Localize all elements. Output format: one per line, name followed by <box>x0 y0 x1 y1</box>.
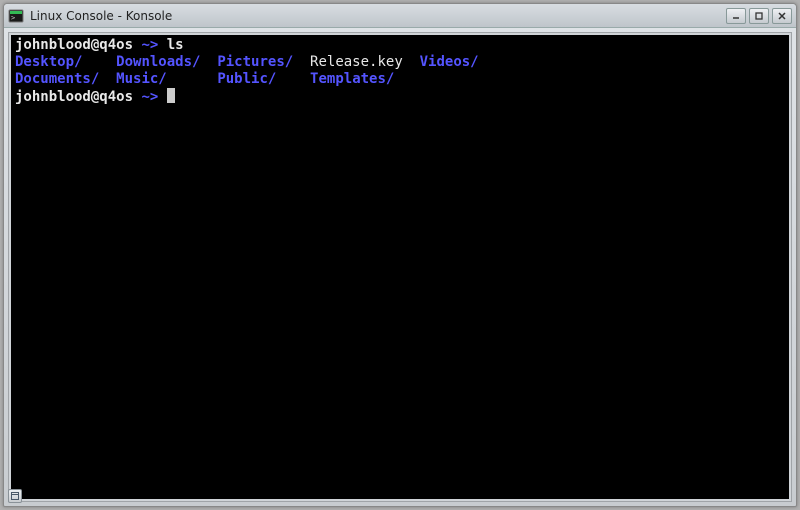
window-controls <box>726 8 792 24</box>
ls-item: Public/ <box>217 71 276 87</box>
ls-item: Pictures/ <box>217 54 293 70</box>
terminal-frame: johnblood@q4os ~> lsDesktop/ Downloads/ … <box>8 32 792 502</box>
minimize-button[interactable] <box>726 8 746 24</box>
window-frame: > Linux Console - Konsole johnblood@q4os… <box>3 3 797 507</box>
ls-item: Release.key <box>310 54 403 70</box>
prompt-userhost: johnblood@q4os <box>15 37 133 53</box>
ls-item: Downloads/ <box>116 54 200 70</box>
prompt-cmd: ls <box>167 37 184 53</box>
titlebar[interactable]: > Linux Console - Konsole <box>4 4 796 28</box>
ls-item: Documents/ <box>15 71 99 87</box>
close-button[interactable] <box>772 8 792 24</box>
ls-item: Desktop/ <box>15 54 82 70</box>
terminal-icon: > <box>8 8 24 24</box>
prompt-path: ~> <box>141 37 158 53</box>
ls-item: Templates/ <box>310 71 394 87</box>
window-title: Linux Console - Konsole <box>30 9 726 23</box>
terminal[interactable]: johnblood@q4os ~> lsDesktop/ Downloads/ … <box>11 35 789 499</box>
ls-item: Videos/ <box>420 54 479 70</box>
prompt-path: ~> <box>141 89 158 105</box>
window-body: johnblood@q4os ~> lsDesktop/ Downloads/ … <box>4 28 796 506</box>
svg-text:>: > <box>11 14 15 22</box>
maximize-button[interactable] <box>749 8 769 24</box>
cursor <box>167 88 175 103</box>
ls-item: Music/ <box>116 71 167 87</box>
prompt-userhost: johnblood@q4os <box>15 89 133 105</box>
new-tab-button[interactable] <box>8 489 22 503</box>
